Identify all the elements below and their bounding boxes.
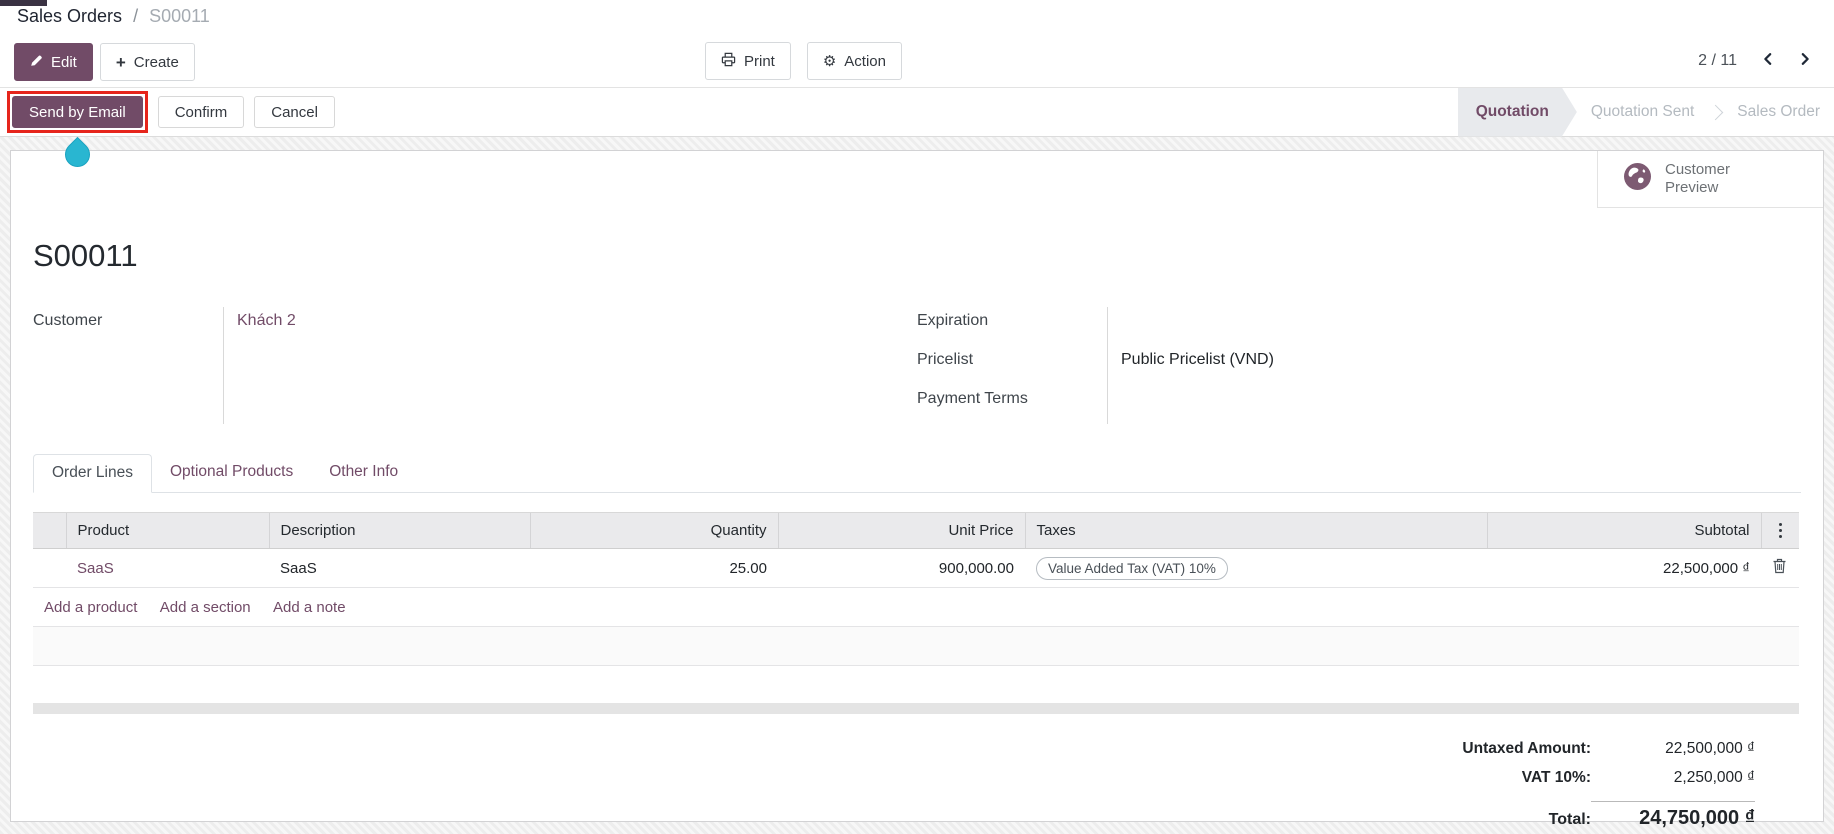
column-header-subtotal[interactable]: Subtotal xyxy=(1486,512,1761,550)
statusbar-stages: Quotation Quotation Sent Sales Order xyxy=(1458,88,1834,137)
table-footer-links-row: Add a product Add a section Add a note xyxy=(33,587,1799,628)
payment-terms-value xyxy=(1108,385,1801,424)
field-groups: Customer Khách 2 Expiration Pricelist Pa… xyxy=(33,307,1801,425)
column-options-icon[interactable] xyxy=(1773,523,1789,539)
breadcrumb-parent[interactable]: Sales Orders xyxy=(17,6,122,26)
chevron-left-icon xyxy=(1761,52,1775,69)
pager-previous-button[interactable] xyxy=(1749,42,1786,79)
payment-terms-label: Payment Terms xyxy=(917,390,1028,408)
total-value: 24,750,000 ₫ xyxy=(1591,801,1755,830)
column-header-unit-price[interactable]: Unit Price xyxy=(777,512,1025,550)
confirm-button[interactable]: Confirm xyxy=(157,96,245,128)
row-description-cell: SaaS xyxy=(269,548,530,589)
row-product-link[interactable]: SaaS xyxy=(77,560,114,577)
customer-value-link[interactable]: Khách 2 xyxy=(237,312,296,329)
chevron-right-icon xyxy=(1798,52,1812,69)
vat-label: VAT 10%: xyxy=(1521,769,1591,787)
action-button[interactable]: ⚙ Action xyxy=(806,42,902,80)
customer-preview-label: Customer Preview xyxy=(1665,161,1731,196)
total-label: Total: xyxy=(1548,811,1591,829)
create-button-label: Create xyxy=(133,53,179,71)
row-unit-price-cell: 900,000.00 xyxy=(778,548,1025,589)
column-header-description[interactable]: Description xyxy=(268,512,530,550)
untaxed-amount-row: Untaxed Amount: 22,500,000 ₫ xyxy=(1462,740,1755,769)
right-field-group: Expiration Pricelist Payment Terms Publi… xyxy=(917,307,1801,425)
pager: 2 / 11 xyxy=(1698,42,1823,79)
printer-icon xyxy=(721,52,736,71)
statusbar-buttons: Send by Email Confirm Cancel xyxy=(7,91,335,133)
statusbar: Send by Email Confirm Cancel Quotation Q… xyxy=(0,88,1834,137)
handle-column-header xyxy=(33,512,66,550)
pager-buttons xyxy=(1749,42,1823,79)
tab-order-lines[interactable]: Order Lines xyxy=(33,454,152,494)
table-row[interactable]: SaaS SaaS 25.00 900,000.00 Value Added T… xyxy=(33,548,1799,589)
column-header-taxes[interactable]: Taxes xyxy=(1024,512,1487,550)
pricelist-value: Public Pricelist (VND) xyxy=(1121,351,1274,369)
expiration-label: Expiration xyxy=(917,312,989,330)
stage-separator-chevron-icon xyxy=(1708,104,1724,120)
edit-button-label: Edit xyxy=(51,53,77,71)
plus-icon: + xyxy=(115,52,126,72)
column-options-header[interactable] xyxy=(1760,512,1799,550)
pager-count: 2 / 11 xyxy=(1698,51,1737,69)
pencil-icon xyxy=(30,54,43,71)
action-button-label: Action xyxy=(844,52,886,70)
tab-optional-products[interactable]: Optional Products xyxy=(152,454,311,492)
edit-create-group: Edit + Create xyxy=(14,43,195,81)
tab-other-info[interactable]: Other Info xyxy=(311,454,416,492)
print-button-label: Print xyxy=(744,52,775,70)
breadcrumb: Sales Orders / S00011 xyxy=(17,6,210,27)
list-resize-bar xyxy=(33,703,1799,715)
customer-label: Customer xyxy=(33,312,103,330)
add-a-section-link[interactable]: Add a section xyxy=(160,599,251,616)
row-handle-cell xyxy=(33,548,66,589)
untaxed-amount-label: Untaxed Amount: xyxy=(1462,740,1591,758)
create-button[interactable]: + Create xyxy=(99,43,195,81)
pricelist-label: Pricelist xyxy=(917,351,974,369)
row-subtotal-cell: 22,500,000 ₫ xyxy=(1487,548,1761,589)
globe-icon xyxy=(1623,162,1652,196)
customer-preview-button[interactable]: Customer Preview xyxy=(1597,151,1823,208)
empty-table-row xyxy=(33,626,1799,667)
trash-icon xyxy=(1772,559,1787,577)
column-header-product[interactable]: Product xyxy=(65,512,269,550)
totals-panel: Untaxed Amount: 22,500,000 ₫ VAT 10%: 2,… xyxy=(33,740,1801,830)
column-header-quantity[interactable]: Quantity xyxy=(529,512,778,550)
untaxed-amount-value: 22,500,000 ₫ xyxy=(1665,740,1755,758)
expiration-value xyxy=(1108,307,1801,346)
row-quantity-cell: 25.00 xyxy=(530,548,778,589)
left-field-group: Customer Khách 2 xyxy=(33,307,917,425)
stage-quotation-sent[interactable]: Quotation Sent xyxy=(1577,88,1708,137)
annotation-highlight-box: Send by Email xyxy=(7,91,148,133)
add-a-note-link[interactable]: Add a note xyxy=(273,599,346,616)
notebook-tabs: Order Lines Optional Products Other Info xyxy=(33,454,1801,494)
add-a-product-link[interactable]: Add a product xyxy=(44,599,137,616)
stage-quotation[interactable]: Quotation xyxy=(1458,88,1577,137)
send-by-email-button[interactable]: Send by Email xyxy=(12,96,143,128)
print-button[interactable]: Print xyxy=(705,42,791,80)
control-panel: Sales Orders / S00011 Edit + Create Prin… xyxy=(0,0,1834,88)
total-row: Total: 24,750,000 ₫ xyxy=(1549,798,1755,830)
gear-icon: ⚙ xyxy=(822,52,837,70)
stage-sales-order[interactable]: Sales Order xyxy=(1723,88,1834,137)
pager-next-button[interactable] xyxy=(1786,42,1823,79)
vat-value: 2,250,000 ₫ xyxy=(1673,769,1755,787)
vat-row: VAT 10%: 2,250,000 ₫ xyxy=(1522,769,1755,798)
breadcrumb-current: S00011 xyxy=(149,6,210,26)
page-title: S00011 xyxy=(33,238,138,273)
form-sheet: Customer Preview S00011 Customer Khách 2… xyxy=(10,150,1824,829)
edit-button[interactable]: Edit xyxy=(14,43,93,81)
tax-badge: Value Added Tax (VAT) 10% xyxy=(1036,556,1228,580)
breadcrumb-separator: / xyxy=(133,6,139,26)
order-lines-table: Product Description Quantity Unit Price … xyxy=(33,512,1799,667)
delete-row-button[interactable] xyxy=(1772,558,1787,577)
table-header-row: Product Description Quantity Unit Price … xyxy=(33,512,1799,550)
print-action-group: Print ⚙ Action xyxy=(705,42,902,80)
cancel-button[interactable]: Cancel xyxy=(254,96,335,128)
